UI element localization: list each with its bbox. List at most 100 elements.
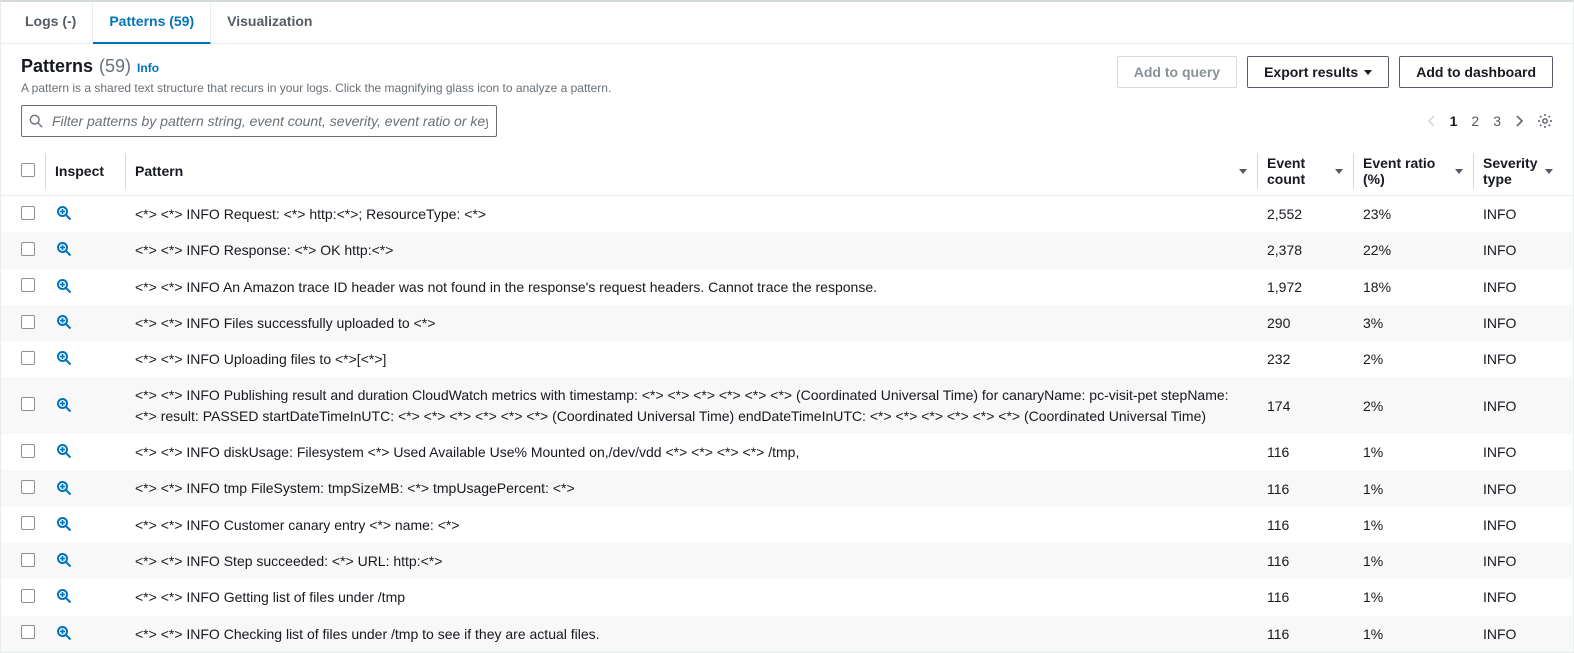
event-count-cell: 116: [1257, 434, 1353, 470]
tab-visualization[interactable]: Visualization: [211, 2, 328, 43]
row-checkbox[interactable]: [21, 397, 35, 411]
inspect-icon[interactable]: [55, 277, 73, 295]
event-ratio-cell: 2%: [1353, 341, 1473, 377]
pattern-cell: <*> <*> INFO Request: <*> http:<*>; Reso…: [125, 196, 1257, 233]
severity-cell: INFO: [1473, 616, 1573, 652]
event-ratio-cell: 2%: [1353, 377, 1473, 434]
pattern-cell: <*> <*> INFO Files successfully uploaded…: [125, 305, 1257, 341]
row-checkbox[interactable]: [21, 242, 35, 256]
severity-cell: INFO: [1473, 377, 1573, 434]
col-severity: Severity type: [1483, 155, 1539, 187]
severity-cell: INFO: [1473, 196, 1573, 233]
gear-icon[interactable]: [1537, 113, 1553, 129]
tab-logs[interactable]: Logs (-): [9, 2, 93, 43]
severity-cell: INFO: [1473, 232, 1573, 268]
col-event-ratio: Event ratio (%): [1363, 155, 1449, 187]
pattern-cell: <*> <*> INFO Customer canary entry <*> n…: [125, 507, 1257, 543]
sort-icon[interactable]: [1335, 169, 1343, 174]
add-to-query-button[interactable]: Add to query: [1117, 56, 1237, 88]
event-ratio-cell: 1%: [1353, 616, 1473, 652]
prev-page-icon[interactable]: [1428, 115, 1436, 127]
pattern-cell: <*> <*> INFO An Amazon trace ID header w…: [125, 269, 1257, 305]
table-row: <*> <*> INFO tmp FileSystem: tmpSizeMB: …: [1, 470, 1573, 506]
event-count-cell: 1,972: [1257, 269, 1353, 305]
export-results-button[interactable]: Export results: [1247, 56, 1389, 88]
pattern-cell: <*> <*> INFO Step succeeded: <*> URL: ht…: [125, 543, 1257, 579]
severity-cell: INFO: [1473, 543, 1573, 579]
info-link[interactable]: Info: [137, 61, 159, 75]
page-title: Patterns: [21, 56, 93, 77]
table-row: <*> <*> INFO Request: <*> http:<*>; Reso…: [1, 196, 1573, 233]
row-checkbox[interactable]: [21, 278, 35, 292]
event-count-cell: 2,552: [1257, 196, 1353, 233]
event-count-cell: 116: [1257, 616, 1353, 652]
event-ratio-cell: 1%: [1353, 579, 1473, 615]
row-checkbox[interactable]: [21, 625, 35, 639]
tab-patterns[interactable]: Patterns (59): [93, 2, 211, 44]
severity-cell: INFO: [1473, 269, 1573, 305]
table-row: <*> <*> INFO Publishing result and durat…: [1, 377, 1573, 434]
pattern-cell: <*> <*> INFO Uploading files to <*>[<*>]: [125, 341, 1257, 377]
event-ratio-cell: 23%: [1353, 196, 1473, 233]
inspect-icon[interactable]: [55, 313, 73, 331]
toolbar: 1 2 3: [1, 101, 1573, 147]
table-row: <*> <*> INFO Step succeeded: <*> URL: ht…: [1, 543, 1573, 579]
pattern-cell: <*> <*> INFO Publishing result and durat…: [125, 377, 1257, 434]
inspect-icon[interactable]: [55, 349, 73, 367]
page-1[interactable]: 1: [1450, 113, 1458, 129]
filter-input[interactable]: [21, 105, 497, 137]
inspect-icon[interactable]: [55, 515, 73, 533]
sort-icon[interactable]: [1455, 169, 1463, 174]
next-page-icon[interactable]: [1515, 115, 1523, 127]
patterns-table: Inspect Pattern Event count: [1, 147, 1573, 652]
row-checkbox[interactable]: [21, 351, 35, 365]
event-ratio-cell: 18%: [1353, 269, 1473, 305]
row-checkbox[interactable]: [21, 589, 35, 603]
page-2[interactable]: 2: [1471, 113, 1479, 129]
row-checkbox[interactable]: [21, 553, 35, 567]
row-checkbox[interactable]: [21, 516, 35, 530]
inspect-icon[interactable]: [55, 624, 73, 642]
event-ratio-cell: 22%: [1353, 232, 1473, 268]
export-results-label: Export results: [1264, 64, 1358, 80]
row-checkbox[interactable]: [21, 206, 35, 220]
sort-icon[interactable]: [1239, 169, 1247, 174]
row-checkbox[interactable]: [21, 444, 35, 458]
severity-cell: INFO: [1473, 579, 1573, 615]
col-pattern: Pattern: [135, 163, 183, 179]
pattern-cell: <*> <*> INFO Checking list of files unde…: [125, 616, 1257, 652]
table-row: <*> <*> INFO Files successfully uploaded…: [1, 305, 1573, 341]
event-ratio-cell: 1%: [1353, 470, 1473, 506]
page-3[interactable]: 3: [1493, 113, 1501, 129]
inspect-icon[interactable]: [55, 204, 73, 222]
sort-icon[interactable]: [1545, 169, 1553, 174]
col-inspect: Inspect: [55, 163, 104, 179]
severity-cell: INFO: [1473, 341, 1573, 377]
table-row: <*> <*> INFO Customer canary entry <*> n…: [1, 507, 1573, 543]
event-count-cell: 116: [1257, 543, 1353, 579]
select-all-checkbox[interactable]: [21, 163, 35, 177]
tab-bar: Logs (-) Patterns (59) Visualization: [1, 2, 1573, 44]
event-count-cell: 116: [1257, 579, 1353, 615]
header: Patterns (59) Info A pattern is a shared…: [1, 44, 1573, 101]
inspect-icon[interactable]: [55, 442, 73, 460]
table-row: <*> <*> INFO Getting list of files under…: [1, 579, 1573, 615]
severity-cell: INFO: [1473, 305, 1573, 341]
event-count-cell: 290: [1257, 305, 1353, 341]
add-to-dashboard-button[interactable]: Add to dashboard: [1399, 56, 1553, 88]
inspect-icon[interactable]: [55, 587, 73, 605]
search-icon: [29, 114, 43, 128]
event-count-cell: 116: [1257, 470, 1353, 506]
event-ratio-cell: 1%: [1353, 543, 1473, 579]
row-checkbox[interactable]: [21, 480, 35, 494]
page-subtitle: A pattern is a shared text structure tha…: [21, 81, 1117, 95]
inspect-icon[interactable]: [55, 551, 73, 569]
table-row: <*> <*> INFO diskUsage: Filesystem <*> U…: [1, 434, 1573, 470]
table-row: <*> <*> INFO Response: <*> OK http:<*>2,…: [1, 232, 1573, 268]
row-checkbox[interactable]: [21, 315, 35, 329]
event-count-cell: 232: [1257, 341, 1353, 377]
inspect-icon[interactable]: [55, 396, 73, 414]
inspect-icon[interactable]: [55, 479, 73, 497]
inspect-icon[interactable]: [55, 240, 73, 258]
event-count-cell: 2,378: [1257, 232, 1353, 268]
